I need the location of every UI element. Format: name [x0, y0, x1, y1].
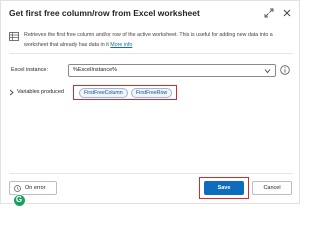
info-description: Retrieves the first free column and/or r…: [24, 31, 290, 50]
brand-logo-icon: G: [13, 194, 26, 207]
dialog-title: Get first free column/row from Excel wor…: [9, 8, 200, 18]
footer-divider: [9, 173, 293, 174]
save-button[interactable]: Save: [204, 181, 244, 195]
on-error-button[interactable]: On error: [9, 181, 57, 195]
variable-chip-first-free-column[interactable]: FirstFreeColumn: [79, 88, 128, 98]
clock-icon: [14, 185, 21, 192]
on-error-label: On error: [25, 185, 46, 191]
expand-icon[interactable]: [264, 8, 274, 18]
action-dialog: Get first free column/row from Excel wor…: [0, 0, 300, 207]
excel-instance-select[interactable]: %ExcelInstance%: [68, 64, 276, 77]
variables-produced-label: Variables produced: [17, 89, 64, 95]
info-text: Retrieves the first free column and/or r…: [24, 32, 273, 48]
excel-instance-label: Excel instance:: [11, 67, 48, 73]
variable-chip-first-free-row[interactable]: FirstFreeRow: [131, 88, 173, 98]
close-icon[interactable]: [282, 8, 292, 18]
brand-logo-letter: G: [15, 195, 23, 204]
chevron-right-icon[interactable]: [9, 89, 14, 96]
more-info-link[interactable]: More info: [110, 42, 132, 48]
divider: [9, 53, 293, 54]
excel-action-icon: [9, 32, 19, 41]
cancel-button[interactable]: Cancel: [252, 181, 292, 195]
help-icon[interactable]: [280, 65, 290, 75]
chevron-down-icon[interactable]: [264, 68, 271, 74]
excel-instance-value: %ExcelInstance%: [73, 67, 118, 73]
variables-highlight-box: FirstFreeColumn FirstFreeRow: [73, 85, 177, 100]
